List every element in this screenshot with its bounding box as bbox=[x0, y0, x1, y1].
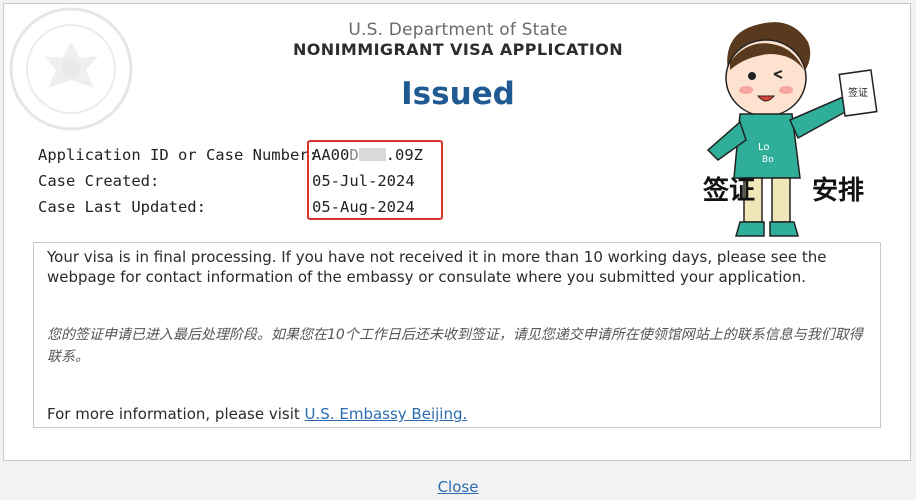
sticker-caption-left: 签证 bbox=[703, 176, 756, 206]
red-highlight-box bbox=[307, 140, 443, 220]
close-link[interactable]: Close bbox=[0, 478, 916, 496]
more-info-text: For more information, please visit U.S. … bbox=[47, 405, 468, 423]
embassy-beijing-link[interactable]: U.S. Embassy Beijing. bbox=[305, 405, 468, 423]
svg-text:Bo: Bo bbox=[762, 155, 774, 165]
message-english: Your visa is in final processing. If you… bbox=[47, 248, 827, 286]
svg-text:Lo: Lo bbox=[758, 142, 770, 153]
case-updated-label: Case Last Updated: bbox=[38, 198, 206, 216]
case-created-label: Case Created: bbox=[38, 172, 160, 190]
message-chinese: 您的签证申请已进入最后处理阶段。如果您在10个工作日后还未收到签证，请见您递交申… bbox=[47, 327, 863, 365]
svg-text:签证: 签证 bbox=[848, 86, 868, 99]
case-number-label: Application ID or Case Number: bbox=[38, 146, 318, 164]
cartoon-boy-icon: Lo Bo 签证 bbox=[706, 22, 878, 237]
sticker-caption-right: 安排 bbox=[812, 176, 865, 206]
